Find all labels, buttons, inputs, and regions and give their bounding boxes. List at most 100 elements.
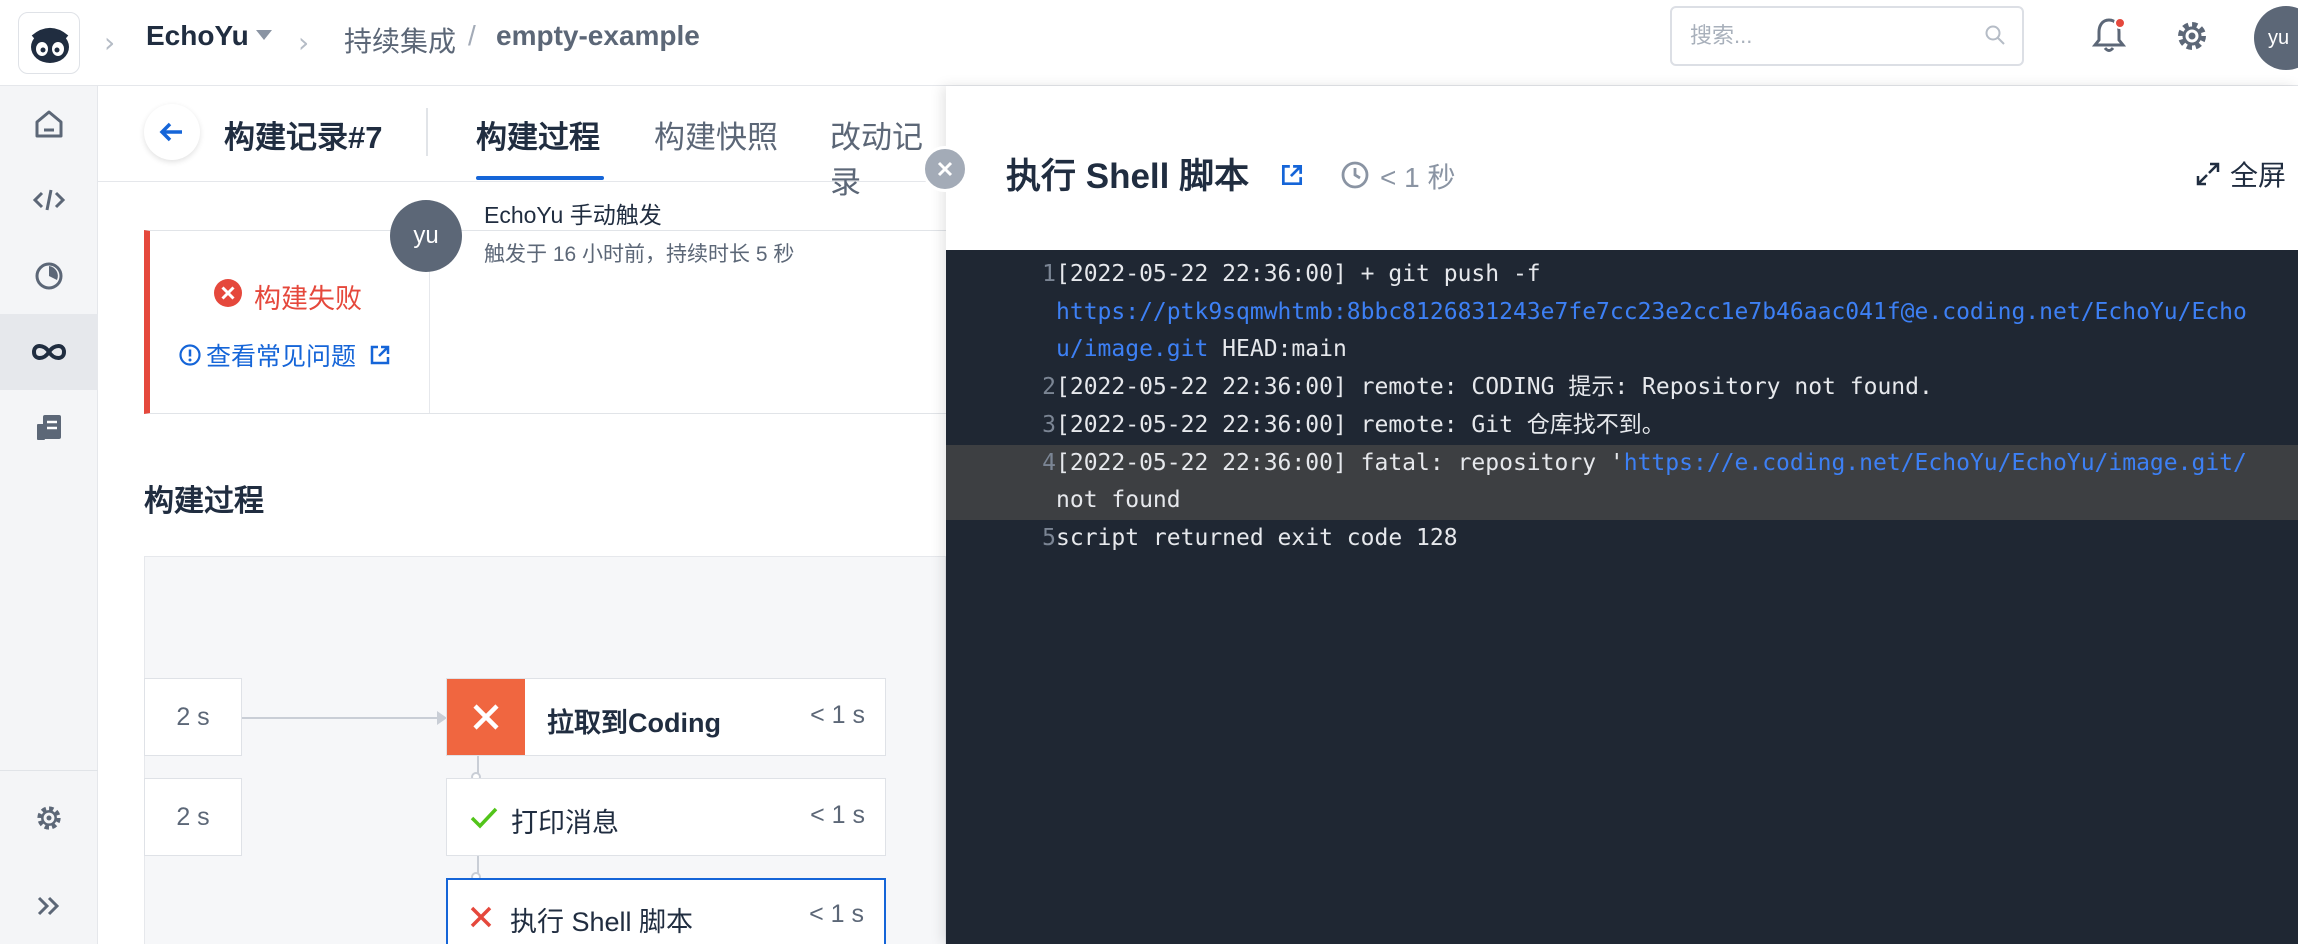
drawer-duration: < 1 秒 [1380, 162, 1456, 193]
drawer-header: 执行 Shell 脚本 < 1 秒 全屏 [946, 86, 2298, 250]
log-line-text: [2022-05-22 22:36:00] remote: CODING 提示:… [1056, 369, 1933, 407]
log-line-text: [2022-05-22 22:36:00] + git push -f [1056, 256, 1541, 294]
log-line-text: not found [1056, 482, 1181, 520]
arrow-left-icon [159, 122, 182, 142]
sidebar-divider [0, 770, 98, 771]
expand-icon [37, 896, 60, 916]
log-line-text: [2022-05-22 22:36:00] fatal: repository … [1056, 445, 2247, 483]
coding-logo-icon[interactable] [18, 12, 80, 74]
step-duration: < 1 s [810, 701, 865, 729]
chevron-right-icon: › [298, 26, 310, 59]
log-line: not found [946, 482, 2298, 520]
faq-link-label: 查看常见问题 [206, 343, 357, 371]
step-log-drawer: 执行 Shell 脚本 < 1 秒 全屏 1 [2022-05-22 22:36:… [946, 86, 2298, 944]
log-line: 4 [2022-05-22 22:36:00] fatal: repository… [946, 444, 2298, 483]
breadcrumb-project[interactable]: empty-example [496, 20, 700, 52]
close-icon [473, 704, 499, 730]
info-icon [179, 344, 201, 366]
log-line: 2 [2022-05-22 22:36:00] remote: CODING 提示… [946, 369, 2298, 407]
sidebar-item-code[interactable] [0, 162, 98, 238]
clock-icon [1340, 160, 1370, 195]
close-icon [468, 904, 494, 935]
log-text: [2022-05-22 22:36:00] remote: CODING 提示:… [1056, 374, 1933, 401]
close-icon [937, 161, 953, 177]
breadcrumb-ci[interactable]: 持续集成 [344, 20, 456, 60]
chevron-right-icon: › [104, 26, 116, 59]
log-text: [2022-05-22 22:36:00] remote: Git 仓库找不到。 [1056, 411, 1665, 438]
external-link-icon [370, 345, 390, 365]
fullscreen-button[interactable]: 全屏 [2194, 154, 2286, 194]
code-icon [32, 189, 66, 211]
step-pull-coding[interactable]: 拉取到Coding < 1 s [446, 678, 886, 756]
gauge-icon [35, 262, 63, 290]
log-url[interactable]: u/image.git [1056, 336, 1208, 362]
log-line: 3 [2022-05-22 22:36:00] remote: Git 仓库找不到… [946, 407, 2298, 445]
build-record-title: 构建记录#7 [224, 120, 383, 155]
sidebar-item-ci[interactable] [0, 314, 98, 390]
trigger-action: 手动触发 [569, 202, 662, 228]
error-circle-icon [212, 277, 244, 314]
log-line-text: https://ptk9sqmwhtmb:8bbc8126831243e7fe7… [1056, 294, 2247, 332]
infinity-icon [31, 344, 67, 360]
sidebar-item-settings[interactable] [0, 780, 98, 856]
tab-build-process[interactable]: 构建过程 [476, 112, 600, 157]
sidebar-expand-button[interactable] [0, 868, 98, 944]
search-icon[interactable] [1984, 24, 2006, 51]
log-line-text: script returned exit code 128 [1056, 520, 1458, 558]
build-process-heading: 构建过程 [144, 485, 264, 518]
step-print-message[interactable]: 打印消息 < 1 s [446, 778, 886, 856]
log-line: 5 script returned exit code 128 [946, 520, 2298, 558]
log-text: [2022-05-22 22:36:00] + git push -f [1056, 261, 1541, 287]
log-line-text: [2022-05-22 22:36:00] remote: Git 仓库找不到。 [1056, 407, 1665, 445]
log-line: u/image.git HEAD:main [946, 331, 2298, 369]
trigger-user-avatar: yu [390, 200, 462, 272]
artifact-icon [37, 415, 61, 440]
sidebar-item-overview[interactable] [0, 238, 98, 314]
step-name: 打印消息 [511, 808, 619, 838]
log-line: 1 [2022-05-22 22:36:00] + git push -f [946, 256, 2298, 294]
stage-duration[interactable]: 2 s [144, 778, 242, 856]
drawer-title: 执行 Shell 脚本 [1006, 157, 1250, 196]
build-result-column: 构建失败 查看常见问题 [150, 231, 430, 413]
tab-build-snapshot[interactable]: 构建快照 [654, 112, 778, 157]
log-line-number: 5 [1042, 524, 1056, 551]
active-tab-indicator [476, 176, 604, 180]
log-line: https://ptk9sqmwhtmb:8bbc8126831243e7fe7… [946, 294, 2298, 332]
build-result-text: 构建失败 [254, 284, 362, 314]
gear-icon[interactable] [2174, 18, 2210, 59]
check-icon [469, 805, 499, 836]
title-divider [426, 108, 428, 156]
sidebar-item-home[interactable] [0, 86, 98, 162]
gear-icon [37, 806, 61, 830]
step-name: 执行 Shell 脚本 [510, 907, 694, 937]
step-duration: < 1 s [810, 801, 865, 829]
avatar[interactable]: yu [2254, 6, 2298, 70]
log-url[interactable]: https://e.coding.net/EchoYu/EchoYu/image… [1624, 450, 2247, 476]
back-button[interactable] [144, 104, 200, 160]
team-name[interactable]: EchoYu [146, 20, 249, 52]
search-input[interactable] [1690, 20, 1970, 52]
drawer-close-button[interactable] [922, 146, 968, 192]
log-line-text: u/image.git HEAD:main [1056, 331, 1347, 369]
step-shell-script[interactable]: 执行 Shell 脚本 < 1 s [446, 878, 886, 944]
log-url[interactable]: https://ptk9sqmwhtmb:8bbc8126831243e7fe7… [1056, 299, 2247, 325]
notification-badge [2114, 17, 2126, 29]
log-line-number: 3 [1042, 411, 1056, 438]
faq-link[interactable]: 查看常见问题 [178, 337, 392, 373]
build-subheader: 构建记录#7 构建过程 构建快照 改动记录 [98, 86, 946, 200]
trigger-detail: 触发于 16 小时前，持续时长 5 秒 [484, 243, 795, 266]
external-link-icon[interactable] [1279, 162, 1305, 193]
log-text: HEAD:main [1208, 336, 1347, 363]
log-line-number: 1 [1042, 261, 1056, 287]
log-text: script returned exit code 128 [1056, 524, 1458, 551]
breadcrumb-separator: / [468, 20, 476, 51]
expand-arrows-icon [2196, 162, 2220, 186]
search-box[interactable] [1670, 6, 2024, 66]
log-viewer[interactable]: 1 [2022-05-22 22:36:00] + git push -f http… [946, 250, 2298, 944]
sidebar-item-artifacts[interactable] [0, 390, 98, 466]
log-line-number: 4 [1042, 449, 1056, 476]
log-text: [2022-05-22 22:36:00] fatal: repository … [1056, 449, 1624, 476]
chevron-down-icon[interactable] [256, 30, 272, 40]
stage-duration[interactable]: 2 s [144, 678, 242, 756]
fullscreen-label: 全屏 [2230, 160, 2287, 191]
